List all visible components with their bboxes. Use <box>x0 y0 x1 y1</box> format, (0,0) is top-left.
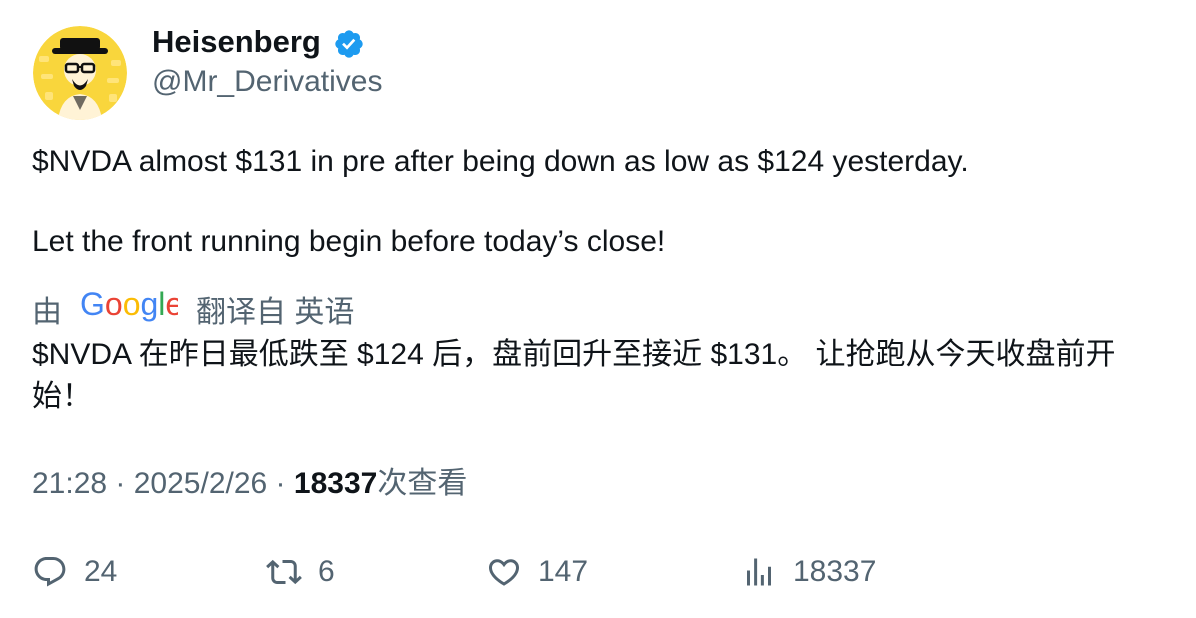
tweet-metadata: 21:28 · 2025/2/26 · 18337次查看 <box>32 464 467 504</box>
views-label: 次查看 <box>377 467 468 500</box>
author-handle[interactable]: @Mr_Derivatives <box>152 62 383 102</box>
tweet-text-line-2: Let the front running begin before today… <box>32 225 666 258</box>
meta-separator: · <box>107 467 134 500</box>
google-logo-icon: Google <box>80 286 183 331</box>
retweet-button[interactable]: 6 <box>266 552 335 592</box>
translated-text: $NVDA 在昨日最低跌至 $124 后，盘前回升至接近 $131。 让抢跑从今… <box>32 338 1116 413</box>
meta-separator: · <box>267 467 294 500</box>
verified-badge-icon <box>335 30 363 58</box>
svg-text:Google: Google <box>80 287 178 322</box>
avatar[interactable] <box>33 26 127 120</box>
views-count: 18337 <box>293 467 378 500</box>
tweet-card: Heisenberg @Mr_Derivatives $NVDA almost … <box>0 0 1196 618</box>
translation-prefix: 由 <box>32 296 62 329</box>
like-count: 147 <box>538 555 589 588</box>
author-display-name[interactable]: Heisenberg <box>152 22 321 62</box>
like-button[interactable]: 147 <box>486 552 588 592</box>
translated-by-google[interactable]: 由 Google 翻译自 英语 <box>32 286 355 331</box>
reply-count: 24 <box>84 555 118 588</box>
views-button[interactable]: 18337 <box>741 552 876 592</box>
translation-suffix: 翻译自 英语 <box>196 296 355 329</box>
retweet-count: 6 <box>318 555 335 588</box>
tweet-text-line-1: $NVDA almost $131 in pre after being dow… <box>32 145 969 178</box>
tweet-time[interactable]: 21:28 <box>32 467 107 500</box>
reply-icon <box>34 557 66 587</box>
retweet-icon <box>266 559 302 585</box>
reply-button[interactable]: 24 <box>32 552 117 592</box>
views-action-count: 18337 <box>793 555 877 588</box>
tweet-date[interactable]: 2025/2/26 <box>134 467 267 500</box>
avatar-heisenberg-image <box>33 26 127 120</box>
heart-icon <box>488 559 520 586</box>
analytics-bar-chart-icon <box>747 558 771 586</box>
